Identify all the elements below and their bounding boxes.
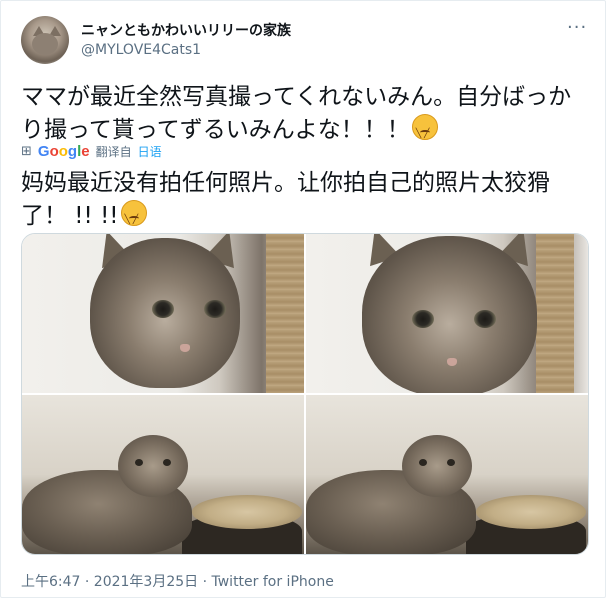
- photo-cat-closeup-2[interactable]: [306, 234, 588, 393]
- source-language-link[interactable]: 日语: [138, 143, 162, 160]
- media-grid: [21, 233, 589, 555]
- tweet-timestamp[interactable]: 上午6:47 · 2021年3月25日 · Twitter for iPhone: [21, 571, 334, 591]
- cat-eye: [419, 459, 427, 466]
- avatar[interactable]: [21, 16, 69, 64]
- cat-eye: [152, 300, 174, 318]
- translated-text-body: 妈妈最近没有拍任何照片。让你拍自己的照片太狡猾了！ !! !!: [21, 170, 550, 229]
- pouting-cat-emoji-icon: [411, 114, 438, 151]
- tweet-card: ニャンともかわいいリリーの家族 @MYLOVE4Cats1 ··· ママが最近全…: [0, 0, 606, 598]
- cat-tree-platform: [192, 495, 302, 529]
- cat-eye: [447, 459, 455, 466]
- tweet-text: ママが最近全然写真撮ってくれないみん。自分ばっかり撮って貰ってずるいみんよな！！…: [21, 81, 581, 151]
- google-logo: Google: [37, 142, 90, 160]
- cat-head: [402, 435, 472, 497]
- user-handle[interactable]: @MYLOVE4Cats1: [81, 42, 201, 58]
- cat-eye: [204, 300, 226, 318]
- cat-eye: [412, 310, 434, 328]
- more-options-icon[interactable]: ···: [567, 17, 587, 38]
- cat-head: [118, 435, 188, 497]
- cat-nose: [180, 344, 190, 352]
- photo-cat-standing-1[interactable]: [22, 395, 304, 554]
- cat-eye: [135, 459, 143, 466]
- cat-tree-post: [536, 234, 574, 393]
- tweet-text-body: ママが最近全然写真撮ってくれないみん。自分ばっかり撮って貰ってずるいみんよな！！…: [21, 84, 572, 143]
- cat-nose: [447, 358, 457, 366]
- cat-tree-platform: [476, 495, 586, 529]
- translation-attribution[interactable]: ⊞ Google 翻译自 日语: [21, 142, 162, 160]
- pouting-cat-emoji-icon: [120, 200, 147, 237]
- cat-tree-post: [266, 234, 304, 393]
- photo-cat-standing-2[interactable]: [306, 395, 588, 554]
- photo-cat-closeup-1[interactable]: [22, 234, 304, 393]
- translated-by-label: 翻译自: [95, 144, 132, 159]
- cat-head: [362, 236, 537, 393]
- translated-text: 妈妈最近没有拍任何照片。让你拍自己的照片太狡猾了！ !! !!: [21, 167, 581, 237]
- cat-eye: [474, 310, 496, 328]
- cat-eye: [163, 459, 171, 466]
- avatar-cat-face: [32, 33, 58, 55]
- translate-icon: ⊞: [21, 143, 32, 159]
- display-name[interactable]: ニャンともかわいいリリーの家族: [81, 20, 291, 40]
